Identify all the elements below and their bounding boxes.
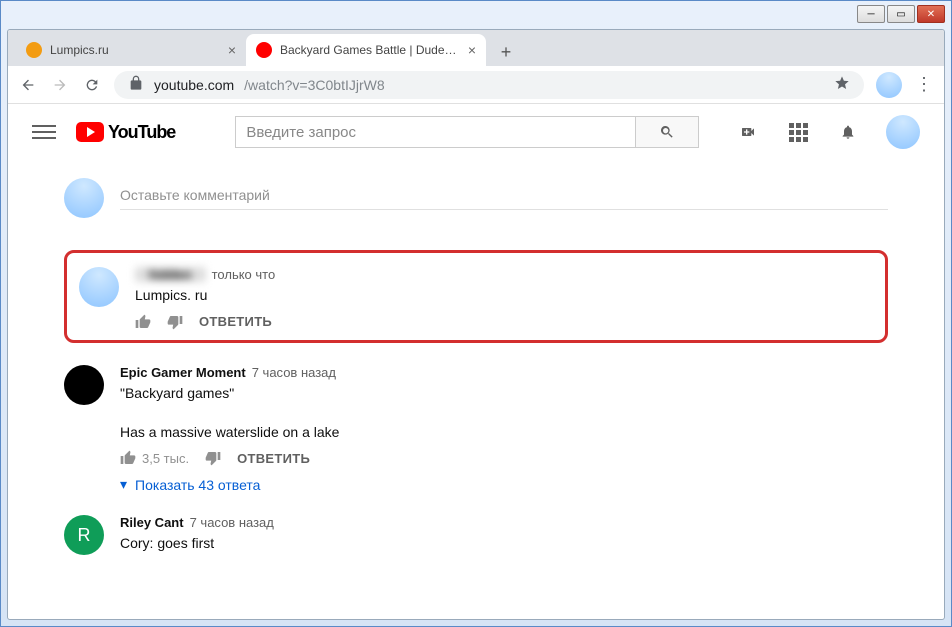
lock-icon [128, 75, 144, 94]
youtube-play-icon [76, 122, 104, 142]
reply-button[interactable]: ОТВЕТИТЬ [237, 451, 310, 466]
comments-section: Оставьте комментарий hidden только что L… [8, 160, 944, 619]
highlighted-comment: hidden только что Lumpics. ru ОТВЕТИТЬ [64, 250, 888, 343]
reply-button[interactable]: ОТВЕТИТЬ [199, 314, 272, 329]
like-button[interactable]: 3,5 тыс. [120, 450, 189, 466]
comment-item: hidden только что Lumpics. ru ОТВЕТИТЬ [79, 267, 873, 330]
thumb-up-icon [135, 314, 151, 330]
arrow-right-icon [52, 77, 68, 93]
avatar-letter: R [78, 525, 91, 546]
new-tab-button[interactable]: + [492, 38, 520, 66]
comment-text: "Backyard games" Has a massive waterslid… [120, 384, 888, 443]
url-path: /watch?v=3C0btIJjrW8 [244, 77, 384, 93]
favicon-icon [256, 42, 272, 58]
like-button[interactable] [135, 314, 151, 330]
forward-button[interactable] [50, 75, 70, 95]
thumb-down-icon [205, 450, 221, 466]
thumb-down-icon [167, 314, 183, 330]
youtube-brand-text: YouTube [108, 122, 175, 143]
apps-button[interactable] [786, 120, 810, 144]
user-avatar[interactable] [886, 115, 920, 149]
dislike-button[interactable] [205, 450, 221, 466]
url-input[interactable]: youtube.com/watch?v=3C0btIJjrW8 [114, 71, 864, 99]
commenter-avatar[interactable]: R [64, 515, 104, 555]
dislike-button[interactable] [167, 314, 183, 330]
comment-author[interactable]: Epic Gamer Moment [120, 365, 246, 380]
chevron-down-icon: ▾ [120, 476, 127, 493]
add-comment-row: Оставьте комментарий [64, 170, 888, 232]
menu-button[interactable] [32, 121, 56, 143]
tab-strip: Lumpics.ru × Backyard Games Battle | Dud… [8, 30, 944, 66]
profile-avatar[interactable] [876, 72, 902, 98]
close-tab-icon[interactable]: × [468, 42, 476, 58]
comment-text: Cory: goes first [120, 534, 888, 554]
bell-icon [840, 124, 856, 140]
search-icon [659, 124, 675, 140]
create-video-button[interactable] [736, 120, 760, 144]
browser-tab-lumpics[interactable]: Lumpics.ru × [16, 34, 246, 66]
browser-tab-youtube[interactable]: Backyard Games Battle | Dude Pe × [246, 34, 486, 66]
tab-title: Backyard Games Battle | Dude Pe [280, 43, 460, 57]
close-button[interactable]: ✕ [917, 5, 945, 23]
tab-title: Lumpics.ru [50, 43, 220, 57]
reload-button[interactable] [82, 75, 102, 95]
favicon-icon [26, 42, 42, 58]
minimize-button[interactable]: ─ [857, 5, 885, 23]
address-bar: youtube.com/watch?v=3C0btIJjrW8 ⋮ [8, 66, 944, 104]
search-button[interactable] [635, 116, 699, 148]
youtube-logo[interactable]: YouTube [76, 122, 175, 143]
back-button[interactable] [18, 75, 38, 95]
comment-time: 7 часов назад [252, 365, 336, 380]
video-camera-icon [740, 124, 756, 140]
comment-author[interactable]: Riley Cant [120, 515, 184, 530]
comment-author[interactable]: hidden [135, 267, 206, 282]
titlebar: ─ ▭ ✕ [1, 1, 951, 29]
notifications-button[interactable] [836, 120, 860, 144]
browser-chrome: Lumpics.ru × Backyard Games Battle | Dud… [7, 29, 945, 620]
window-frame: ─ ▭ ✕ Lumpics.ru × Backyard Games Battle… [0, 0, 952, 627]
show-replies-button[interactable]: ▾ Показать 43 ответа [120, 476, 888, 493]
user-avatar-small [64, 178, 104, 218]
thumb-up-icon [120, 450, 136, 466]
browser-menu-button[interactable]: ⋮ [914, 75, 934, 95]
comment-item: Epic Gamer Moment 7 часов назад "Backyar… [64, 365, 888, 494]
apps-grid-icon [789, 123, 808, 142]
search-input[interactable]: Введите запрос [235, 116, 635, 148]
comment-item: R Riley Cant 7 часов назад Cory: goes fi… [64, 515, 888, 558]
close-tab-icon[interactable]: × [228, 42, 236, 58]
replies-toggle-label: Показать 43 ответа [135, 477, 260, 493]
comment-input[interactable]: Оставьте комментарий [120, 187, 888, 210]
comment-time: 7 часов назад [190, 515, 274, 530]
maximize-button[interactable]: ▭ [887, 5, 915, 23]
url-host: youtube.com [154, 77, 234, 93]
comment-text: Lumpics. ru [135, 286, 873, 306]
bookmark-star-icon[interactable] [834, 75, 850, 94]
arrow-left-icon [20, 77, 36, 93]
commenter-avatar[interactable] [79, 267, 119, 307]
commenter-avatar[interactable] [64, 365, 104, 405]
reload-icon [84, 77, 100, 93]
like-count: 3,5 тыс. [142, 451, 189, 466]
youtube-header: YouTube Введите запрос [8, 104, 944, 160]
comment-time: только что [212, 267, 276, 282]
search-placeholder: Введите запрос [246, 124, 356, 141]
